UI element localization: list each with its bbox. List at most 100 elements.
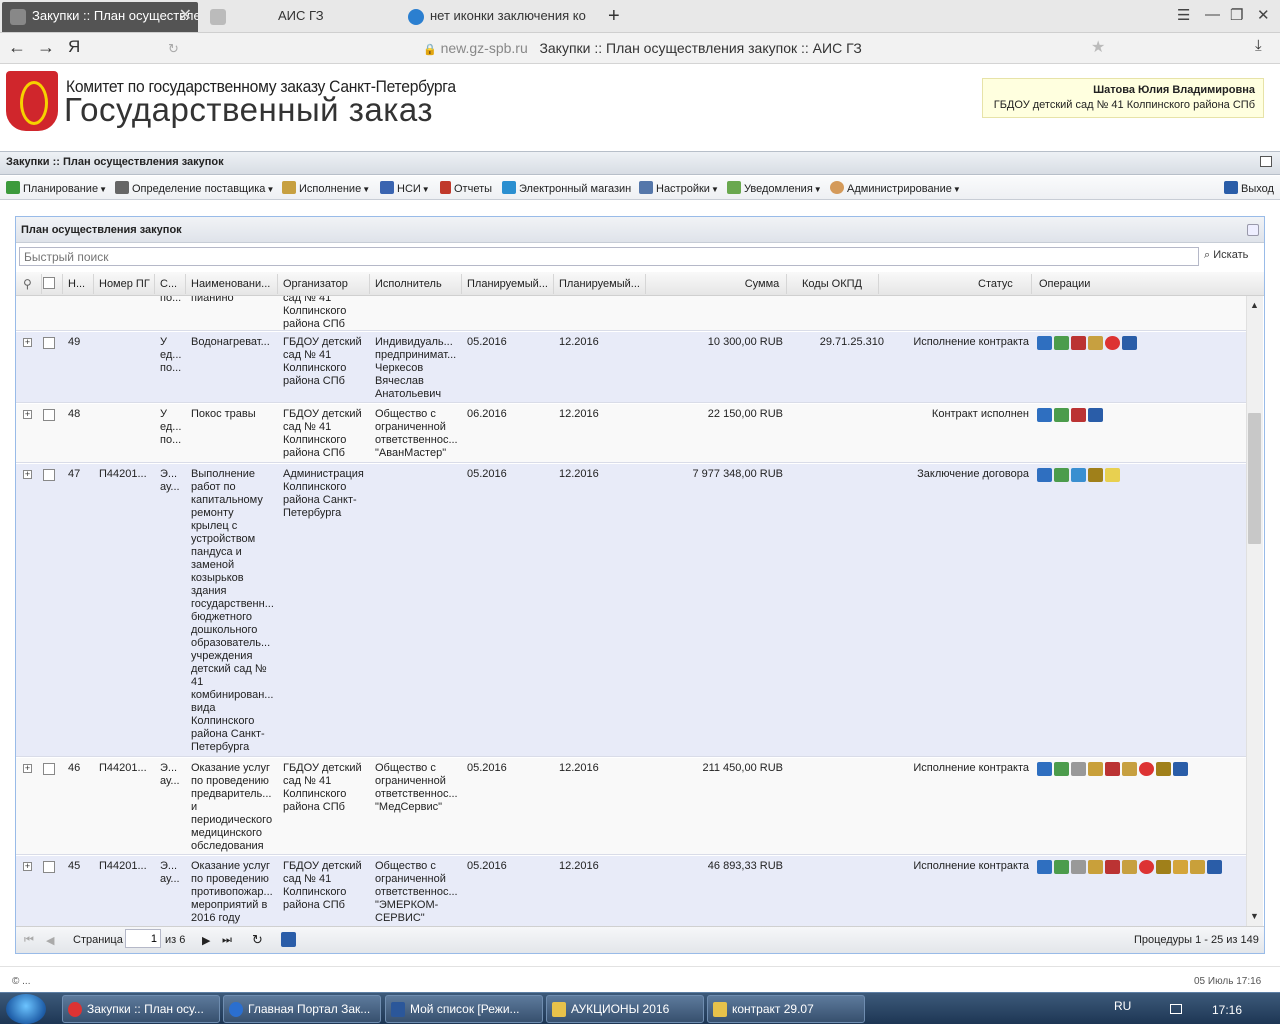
operation-icon[interactable] xyxy=(1054,408,1069,422)
browser-tab-active[interactable]: Закупки :: План осуществле ✕ xyxy=(2,2,198,32)
collapse-icon[interactable] xyxy=(1260,156,1272,167)
table-row[interactable]: +47 П44201... Э... ау... Выполнение работ п… xyxy=(16,464,1246,757)
yandex-icon[interactable]: Я xyxy=(68,37,80,57)
download-icon[interactable]: ⤓ xyxy=(1255,37,1262,54)
col-operations[interactable]: Операции xyxy=(1039,278,1119,290)
row-checkbox[interactable] xyxy=(43,409,55,421)
operation-icon[interactable] xyxy=(1173,860,1188,874)
col-organizer[interactable]: Организатор xyxy=(283,278,369,290)
row-checkbox[interactable] xyxy=(43,469,55,481)
operation-icon[interactable] xyxy=(1037,408,1052,422)
expand-row-icon[interactable]: + xyxy=(23,764,32,773)
expand-row-icon[interactable]: + xyxy=(23,338,32,347)
menu-supplier[interactable]: Определение поставщика▼ xyxy=(115,181,274,195)
operation-icon[interactable] xyxy=(1037,468,1052,482)
reload-icon[interactable]: ↻ xyxy=(168,41,179,57)
save-icon[interactable] xyxy=(281,932,296,947)
operation-icon[interactable] xyxy=(1071,860,1086,874)
operation-icon[interactable] xyxy=(1071,408,1086,422)
search-button[interactable]: ⌕ Искать xyxy=(1204,249,1248,262)
operation-icon[interactable] xyxy=(1071,762,1086,776)
language-indicator[interactable]: RU xyxy=(1114,999,1131,1013)
table-row[interactable]: +46 П44201... Э... ау... Оказание услуг по … xyxy=(16,758,1246,855)
refresh-icon[interactable]: ↻ xyxy=(252,932,263,948)
browser-tab-question[interactable]: нет иконки заключения ко xyxy=(400,2,596,32)
col-s[interactable]: С... xyxy=(160,278,184,290)
new-tab-button[interactable]: + xyxy=(604,2,628,32)
browser-tab-ais[interactable]: АИС ГЗ xyxy=(202,2,392,32)
back-icon[interactable]: ← xyxy=(8,37,26,58)
row-checkbox[interactable] xyxy=(43,861,55,873)
operation-icon[interactable] xyxy=(1088,468,1103,482)
operation-icon[interactable] xyxy=(1071,336,1086,350)
operation-icon[interactable] xyxy=(1122,860,1137,874)
col-pg-number[interactable]: Номер ПГ xyxy=(99,278,155,290)
page-number-input[interactable] xyxy=(125,929,161,948)
close-window-icon[interactable]: ✕ xyxy=(1257,6,1270,24)
quick-search-input[interactable] xyxy=(19,247,1199,266)
operation-icon[interactable] xyxy=(1173,762,1188,776)
menu-execution[interactable]: Исполнение▼ xyxy=(282,181,370,195)
operation-icon[interactable] xyxy=(1105,468,1120,482)
operation-icon[interactable] xyxy=(1054,468,1069,482)
operation-icon[interactable] xyxy=(1088,762,1103,776)
network-icon[interactable] xyxy=(1170,1004,1182,1014)
operation-icon[interactable] xyxy=(1054,336,1069,350)
task-folder-contract[interactable]: контракт 29.07 xyxy=(707,995,865,1023)
operation-icon[interactable] xyxy=(1037,860,1052,874)
menu-icon[interactable]: ☰ xyxy=(1177,6,1190,24)
col-number[interactable]: Н... xyxy=(68,278,90,290)
task-ie[interactable]: Главная Портал Зак... xyxy=(223,995,381,1023)
minimize-icon[interactable]: — xyxy=(1205,6,1220,23)
task-browser[interactable]: Закупки :: План осу... xyxy=(62,995,220,1023)
menu-reports[interactable]: Отчеты xyxy=(440,181,492,195)
operation-icon[interactable] xyxy=(1088,336,1103,350)
operation-icon[interactable] xyxy=(1037,762,1052,776)
clock[interactable]: 17:16 xyxy=(1212,1003,1242,1017)
expand-row-icon[interactable]: + xyxy=(23,470,32,479)
operation-icon[interactable] xyxy=(1139,860,1154,874)
start-button[interactable] xyxy=(6,994,46,1024)
panel-refresh-icon[interactable] xyxy=(1247,224,1259,236)
task-folder-auctions[interactable]: АУКЦИОНЫ 2016 xyxy=(546,995,704,1023)
operation-icon[interactable] xyxy=(1037,336,1052,350)
operation-icon[interactable] xyxy=(1105,860,1120,874)
col-name[interactable]: Наименовани... xyxy=(191,278,277,290)
operation-icon[interactable] xyxy=(1088,408,1103,422)
restore-icon[interactable]: ❐ xyxy=(1230,6,1243,24)
row-checkbox[interactable] xyxy=(43,763,55,775)
col-planned-2[interactable]: Планируемый... xyxy=(559,278,645,290)
operation-icon[interactable] xyxy=(1139,762,1154,776)
scrollbar-thumb[interactable] xyxy=(1248,413,1261,544)
next-page-icon[interactable]: ▶ xyxy=(202,934,210,947)
first-page-icon[interactable]: ⏮ xyxy=(24,934,34,947)
operation-icon[interactable] xyxy=(1105,762,1120,776)
table-row[interactable]: +48 У ед... по... Покос травы ГБДОУ детский… xyxy=(16,404,1246,463)
col-sum[interactable]: Сумма xyxy=(734,278,790,290)
scroll-down-icon[interactable]: ▼ xyxy=(1250,911,1259,921)
col-executor[interactable]: Исполнитель xyxy=(375,278,461,290)
menu-admin[interactable]: Администрирование▼ xyxy=(830,181,961,195)
prev-page-icon[interactable]: ◀ xyxy=(46,934,54,947)
operation-icon[interactable] xyxy=(1190,860,1205,874)
operation-icon[interactable] xyxy=(1122,336,1137,350)
expand-row-icon[interactable]: + xyxy=(23,410,32,419)
operation-icon[interactable] xyxy=(1088,860,1103,874)
scroll-up-icon[interactable]: ▲ xyxy=(1250,300,1259,310)
col-okpd[interactable]: Коды ОКПД xyxy=(802,278,882,290)
operation-icon[interactable] xyxy=(1054,860,1069,874)
row-checkbox[interactable] xyxy=(43,337,55,349)
menu-nsi[interactable]: НСИ▼ xyxy=(380,181,430,195)
select-all-checkbox[interactable] xyxy=(43,277,55,289)
forward-icon[interactable]: → xyxy=(37,37,55,58)
menu-eshop[interactable]: Электронный магазин xyxy=(502,181,631,195)
menu-planning[interactable]: Планирование▼ xyxy=(6,181,107,195)
operation-icon[interactable] xyxy=(1071,468,1086,482)
operation-icon[interactable] xyxy=(1105,336,1120,350)
operation-icon[interactable] xyxy=(1156,860,1171,874)
bookmark-star-icon[interactable]: ★ xyxy=(1091,37,1105,57)
operation-icon[interactable] xyxy=(1156,762,1171,776)
filter-icon[interactable]: ⚲ xyxy=(23,277,32,291)
col-planned-1[interactable]: Планируемый... xyxy=(467,278,553,290)
grid-scrollbar[interactable] xyxy=(1246,296,1263,926)
